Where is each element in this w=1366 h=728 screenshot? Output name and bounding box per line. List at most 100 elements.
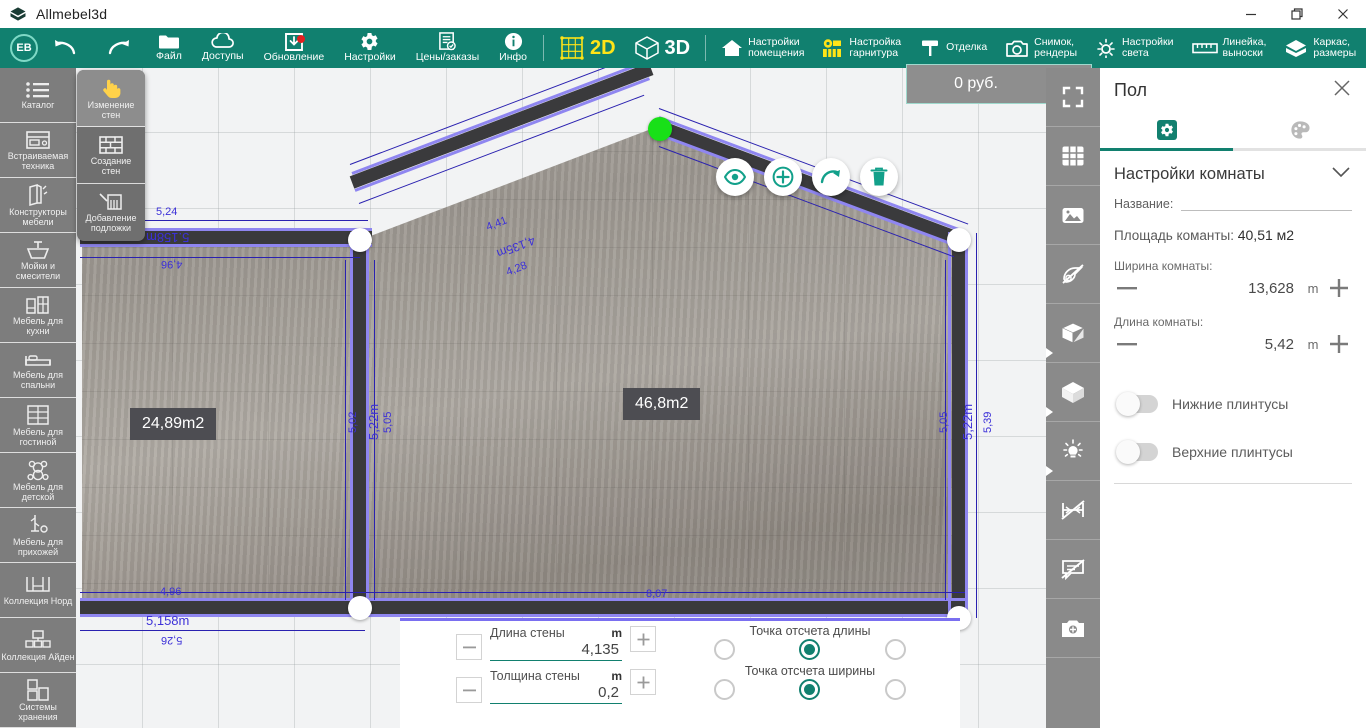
tool-open-box[interactable] [1046,304,1100,363]
visibility-button[interactable] [716,158,754,196]
toolbar-item-file[interactable]: Файл [146,28,192,68]
main-toolbar: EB Файл Доступы Обновление Настройки Цен… [0,28,1366,68]
wall-tool-create[interactable]: Создание стен [77,127,145,184]
toolbar-item-finishing[interactable]: Отделка [910,28,996,68]
panel-divider [1114,483,1352,484]
tool-hide-dimensions[interactable] [1046,481,1100,540]
wall-bottom[interactable] [80,601,965,614]
room-width-value[interactable]: 13,628 [1146,280,1300,297]
sidebar-label-hallway: Мебель для прихожей [12,536,64,557]
length-origin-radio-1[interactable] [799,639,821,660]
width-origin-radio-1[interactable] [799,679,821,700]
chevron-down-icon[interactable] [1330,165,1352,184]
width-origin-radio-0[interactable] [714,679,736,700]
toolbar-item-render[interactable]: Снимок, рендеры [996,28,1086,68]
close-icon[interactable] [1320,0,1366,28]
sidebar-label-storage: Системы хранения [18,701,58,722]
tool-light[interactable] [1046,422,1100,481]
mode-2d-label: 2D [589,36,616,59]
wall-node-left-junction[interactable] [348,228,372,252]
toolbar-item-prices[interactable]: Цены/заказы [406,28,489,68]
wall-node-right-top[interactable] [947,228,971,252]
tab-settings[interactable] [1100,112,1233,148]
maximize-icon[interactable] [1274,0,1320,28]
tool-hide-labels[interactable] [1046,540,1100,599]
toolbar-label-file: Файл [156,50,182,63]
delete-button[interactable] [860,158,898,196]
room-length-increase[interactable] [1326,331,1352,357]
room-length-value[interactable]: 5,42 [1146,336,1300,353]
sidebar-item-storage[interactable]: Системы хранения [0,673,76,728]
sidebar-item-kitchen[interactable]: Мебель для кухни [0,288,76,343]
wall-tool-edit[interactable]: Изменение стен [77,70,145,127]
top-skirting-toggle[interactable] [1116,440,1158,464]
tool-image[interactable] [1046,186,1100,245]
length-origin-radio-0[interactable] [714,639,736,660]
toolbar-item-update[interactable]: Обновление [254,28,335,68]
toolbar-label-prices: Цены/заказы [415,51,480,64]
toolbar-item-furniture-setup[interactable]: Настройка гарнитура [813,28,910,68]
wall-thickness-input[interactable]: 0,2 [490,683,622,704]
wall-tool-underlay[interactable]: Добавление подложки [77,184,145,241]
room-length-stepper: 5,42 m [1100,329,1366,357]
wall-tool-underlay-label2: подложки [90,223,132,233]
minimize-icon[interactable] [1228,0,1274,28]
wall-length-decrease[interactable] [456,634,482,660]
rotate-icon [820,170,840,184]
wall-length-input[interactable]: 4,135 [490,640,622,661]
tab-appearance[interactable] [1233,112,1366,148]
tool-snapshot[interactable] [1046,599,1100,658]
toolbar-item-ruler[interactable]: Линейка, выноски [1183,28,1276,68]
sidebar-item-appliances[interactable]: Встраиваемая техника [0,123,76,178]
dim-label-5-02: 5,02 [347,411,359,433]
toolbar-item-room-settings[interactable]: Настройки помещения [712,28,813,68]
wall-node-apex[interactable] [648,117,672,141]
sidebar-item-livingroom[interactable]: Мебель для гостиной [0,398,76,453]
tool-no-texture[interactable] [1046,245,1100,304]
room-length-label: Длина комнаты: [1114,315,1204,329]
tool-fullscreen[interactable] [1046,68,1100,127]
mode-2d-button[interactable]: 2D [550,28,625,68]
wall-tool-create-label2: стен [101,165,121,176]
add-point-button[interactable] [764,158,802,196]
app-logo-icon [10,7,26,21]
wall-outline-bottom-a [80,598,965,601]
room-width-decrease[interactable] [1114,275,1140,301]
width-origin-radio-2[interactable] [884,679,906,700]
room-length-decrease[interactable] [1114,331,1140,357]
rotate-button[interactable] [812,158,850,196]
room-name-input[interactable] [1181,194,1352,211]
bottom-skirting-row: Нижние плинтусы [1100,357,1366,416]
bottom-skirting-toggle[interactable] [1116,392,1158,416]
sidebar-item-sinks[interactable]: Мойки и смесители [0,233,76,288]
panel-tabs [1100,112,1366,148]
toolbar-item-light[interactable]: Настройки света [1086,28,1183,68]
toolbar-item-frame[interactable]: Каркас, размеры [1275,28,1365,68]
toolbar-item-access[interactable]: Доступы [192,28,254,68]
wall-node-left-bottom[interactable] [348,596,372,620]
sidebar-item-catalog[interactable]: Каталог [0,68,76,123]
sidebar-label-catalog: Каталог [21,99,55,110]
panel-close-button[interactable] [1332,78,1352,103]
sidebar-item-nord[interactable]: Коллекция Норд [0,563,76,618]
sidebar-item-kids[interactable]: Мебель для детской [0,453,76,508]
sidebar-item-constructors[interactable]: Конструкторы мебели [0,178,76,233]
tool-grid[interactable] [1046,127,1100,186]
wall-thickness-increase[interactable] [630,669,656,695]
tool-solid-box[interactable] [1046,363,1100,422]
undo-button[interactable] [38,28,92,68]
wall-thickness-decrease[interactable] [456,677,482,703]
sidebar-item-ayden[interactable]: Коллекция Айден [0,618,76,673]
solid-box-icon [1062,382,1084,403]
room-width-increase[interactable] [1326,275,1352,301]
wall-length-increase[interactable] [630,626,656,652]
avatar[interactable]: EB [10,34,38,62]
length-origin-radio-2[interactable] [884,639,906,660]
mode-3d-button[interactable]: 3D [625,28,700,68]
toolbar-item-settings[interactable]: Настройки [334,28,406,68]
room-settings-section-header[interactable]: Настройки комнаты [1100,151,1366,190]
sidebar-item-bedroom[interactable]: Мебель для спальни [0,343,76,398]
redo-button[interactable] [92,28,146,68]
toolbar-item-info[interactable]: Инфо [489,28,537,68]
sidebar-item-hallway[interactable]: Мебель для прихожей [0,508,76,563]
